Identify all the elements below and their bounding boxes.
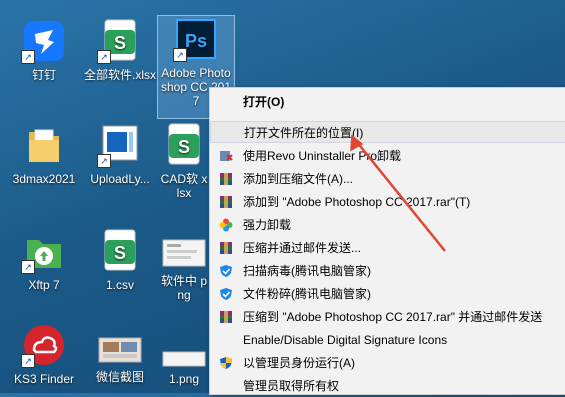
menu-item-signature-icons[interactable]: Enable/Disable Digital Signature Icons: [210, 329, 565, 351]
menu-item-label: 打开(O): [243, 95, 285, 109]
menu-item-label: 打开文件所在的位置(I): [244, 126, 364, 140]
flower-icon: [219, 218, 233, 232]
dingtalk-icon: ↗: [21, 18, 67, 64]
desktop-icon-label: 软件中 png: [160, 274, 207, 302]
menu-item-compress-rar-email[interactable]: 压缩到 "Adobe Photoshop CC 2017.rar" 并通过邮件发…: [210, 306, 565, 328]
image-thumbnail-icon: [161, 236, 207, 270]
desktop[interactable]: ↗ 钉钉 S ↗ 全部软件.xlsx Ps ↗ Adobe Photoshop …: [0, 0, 565, 395]
context-menu: 打开(O) 打开文件所在的位置(I) 使用Revo Uninstaller Pr…: [209, 87, 565, 395]
desktop-icon-label: 3dmax2021: [12, 172, 76, 186]
menu-item-label: 压缩并通过邮件发送...: [243, 241, 362, 255]
desktop-icon-png[interactable]: 软件中 png: [158, 236, 210, 302]
tencent-shield-icon: [220, 265, 232, 277]
xftp-icon: ↗: [21, 228, 67, 274]
menu-item-take-ownership[interactable]: 管理员取得所有权: [210, 375, 565, 397]
menu-item-label: 强力卸载: [243, 218, 292, 232]
revo-uninstaller-icon: [220, 151, 233, 161]
desktop-icon-label: Xftp 7: [28, 278, 60, 292]
shortcut-arrow-icon: ↗: [97, 154, 111, 168]
desktop-icon-label: 全部软件.xlsx: [84, 68, 157, 82]
wps-spreadsheet-icon: S ↗: [97, 18, 143, 64]
desktop-icon-label: 1.png: [168, 372, 200, 386]
document-icon: ↗: [97, 122, 143, 168]
tencent-shield-icon: [220, 288, 232, 300]
menu-item-label: Enable/Disable Digital Signature Icons: [243, 333, 448, 347]
svg-text:S: S: [114, 243, 126, 263]
desktop-icon-label: UploadLy...: [90, 172, 150, 186]
desktop-icon-label: 1.csv: [105, 278, 134, 292]
menu-item-add-to-rar[interactable]: 添加到 "Adobe Photoshop CC 2017.rar"(T): [210, 191, 565, 213]
svg-text:S: S: [178, 137, 190, 157]
desktop-icon-csv[interactable]: S 1.csv: [82, 228, 158, 292]
menu-item-label: 扫描病毒(腾讯电脑管家): [243, 264, 371, 278]
desktop-icon-upload[interactable]: ↗ UploadLy...: [82, 122, 158, 186]
menu-item-run-as-admin[interactable]: 以管理员身份运行(A): [210, 352, 565, 374]
winrar-icon: [220, 173, 232, 185]
desktop-icon-xftp[interactable]: ↗ Xftp 7: [6, 228, 82, 292]
shortcut-arrow-icon: ↗: [97, 50, 111, 64]
desktop-icon-cad-xlsx[interactable]: S CAD软 xlsx: [158, 122, 210, 200]
desktop-icon-dingtalk[interactable]: ↗ 钉钉: [6, 18, 82, 82]
shortcut-arrow-icon: ↗: [21, 354, 35, 368]
desktop-icon-wechat-screenshot[interactable]: 微信截图: [82, 336, 158, 384]
shortcut-arrow-icon: ↗: [173, 48, 187, 62]
winrar-icon: [220, 242, 232, 254]
svg-text:S: S: [114, 33, 126, 53]
folder-icon: [21, 122, 67, 168]
desktop-icon-1png[interactable]: 1.png: [158, 350, 210, 386]
menu-item-label: 以管理员身份运行(A): [243, 356, 355, 370]
image-thumbnail-icon: [161, 350, 207, 368]
menu-item-open-file-location[interactable]: 打开文件所在的位置(I): [210, 121, 565, 143]
shortcut-arrow-icon: ↗: [21, 50, 35, 64]
menu-item-file-shred[interactable]: 文件粉碎(腾讯电脑管家): [210, 283, 565, 305]
menu-item-label: 添加到压缩文件(A)...: [243, 172, 353, 186]
wps-spreadsheet-icon: S: [161, 122, 207, 168]
image-thumbnail-icon: [97, 336, 143, 366]
menu-item-force-uninstall[interactable]: 强力卸载: [210, 214, 565, 236]
uac-shield-icon: [220, 357, 232, 369]
menu-item-label: 添加到 "Adobe Photoshop CC 2017.rar"(T): [243, 195, 471, 209]
desktop-icon-ks3-finder[interactable]: ↗ KS3 Finder: [6, 322, 82, 386]
menu-item-add-to-archive[interactable]: 添加到压缩文件(A)...: [210, 168, 565, 190]
shortcut-arrow-icon: ↗: [21, 260, 35, 274]
desktop-icon-excel-file[interactable]: S ↗ 全部软件.xlsx: [82, 18, 158, 82]
menu-item-open[interactable]: 打开(O): [210, 91, 565, 113]
menu-item-scan-virus[interactable]: 扫描病毒(腾讯电脑管家): [210, 260, 565, 282]
menu-item-label: 管理员取得所有权: [243, 379, 340, 393]
wps-spreadsheet-icon: S: [97, 228, 143, 274]
menu-item-label: 使用Revo Uninstaller Pro卸载: [243, 149, 402, 163]
menu-item-label: 文件粉碎(腾讯电脑管家): [243, 287, 371, 301]
menu-item-compress-email[interactable]: 压缩并通过邮件发送...: [210, 237, 565, 259]
svg-text:Ps: Ps: [185, 31, 207, 51]
desktop-icon-label: 微信截图: [95, 370, 144, 384]
winrar-icon: [220, 311, 232, 323]
ks3-finder-icon: ↗: [21, 322, 67, 368]
desktop-icon-label: 钉钉: [31, 68, 56, 82]
menu-item-label: 压缩到 "Adobe Photoshop CC 2017.rar" 并通过邮件发…: [243, 310, 543, 324]
desktop-icon-3dmax-folder[interactable]: 3dmax2021: [6, 122, 82, 186]
desktop-icon-label: KS3 Finder: [13, 372, 75, 386]
menu-item-revo-uninstall[interactable]: 使用Revo Uninstaller Pro卸载: [210, 145, 565, 167]
photoshop-icon: Ps ↗: [173, 16, 219, 62]
winrar-icon: [220, 196, 232, 208]
desktop-icon-label: CAD软 xlsx: [160, 172, 208, 200]
